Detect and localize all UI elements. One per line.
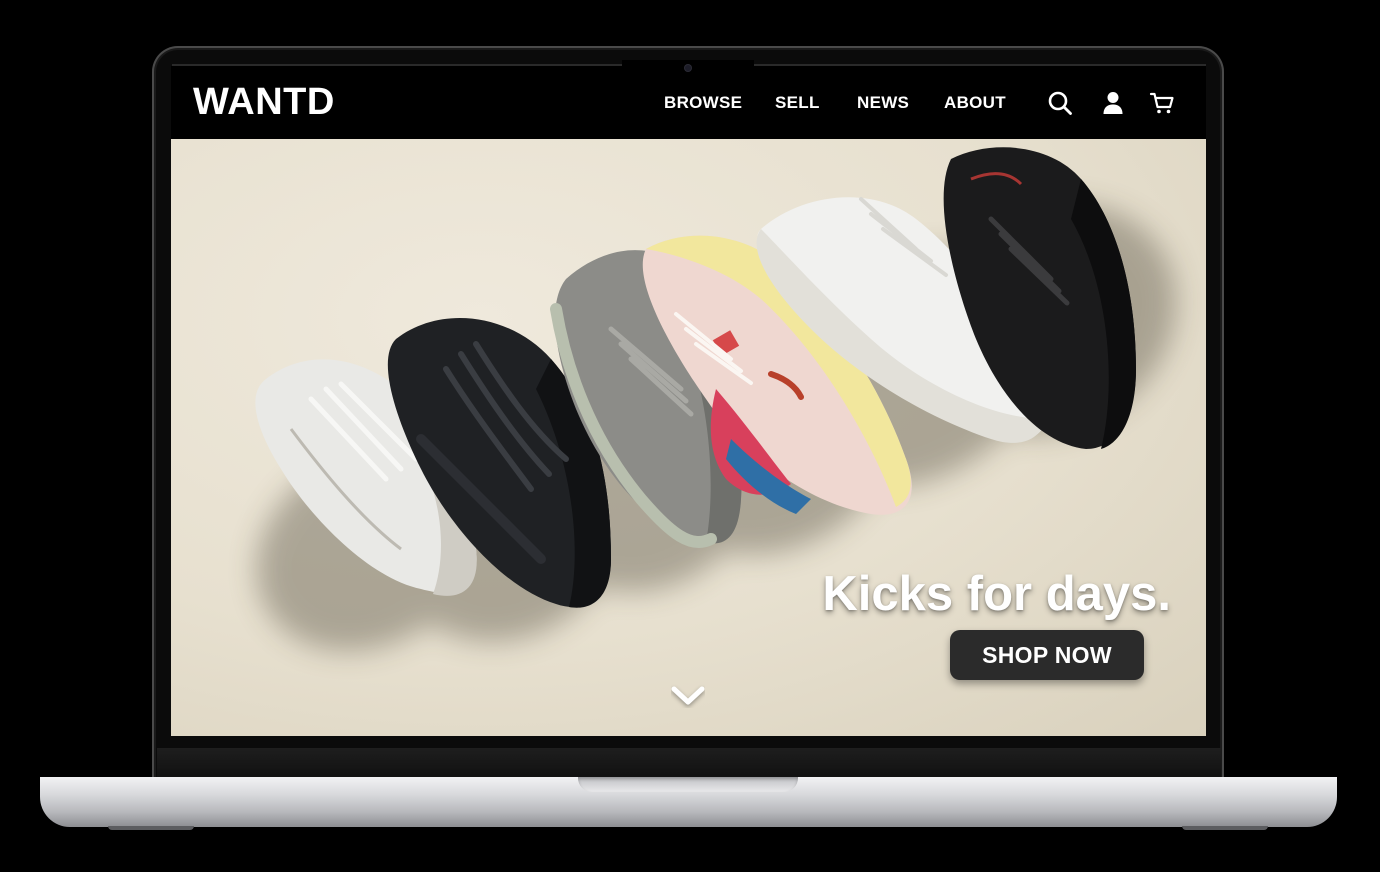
mockup-stage: WANTD BROWSE SELL NEWS ABOUT Kicks for d…: [0, 0, 1380, 872]
camera-icon: [685, 65, 691, 71]
shop-now-button[interactable]: SHOP NOW: [950, 630, 1144, 680]
laptop-thumb-notch: [578, 777, 798, 792]
laptop-hinge-strip: [157, 748, 1221, 778]
search-icon[interactable]: [1047, 90, 1073, 116]
brand-logo[interactable]: WANTD: [193, 82, 335, 122]
hero-banner: Kicks for days. SHOP NOW: [171, 139, 1206, 736]
nav-link-about[interactable]: ABOUT: [944, 93, 1006, 113]
cart-icon[interactable]: [1149, 90, 1175, 116]
nav-link-news[interactable]: NEWS: [857, 93, 909, 113]
hero-headline: Kicks for days.: [822, 567, 1171, 621]
nav-link-browse[interactable]: BROWSE: [664, 93, 742, 113]
user-icon[interactable]: [1100, 90, 1126, 116]
laptop-foot-left: [108, 826, 194, 830]
laptop-screen: WANTD BROWSE SELL NEWS ABOUT Kicks for d…: [171, 66, 1206, 736]
laptop-foot-right: [1182, 826, 1268, 830]
nav-link-sell[interactable]: SELL: [775, 93, 820, 113]
chevron-down-icon[interactable]: [671, 684, 705, 708]
